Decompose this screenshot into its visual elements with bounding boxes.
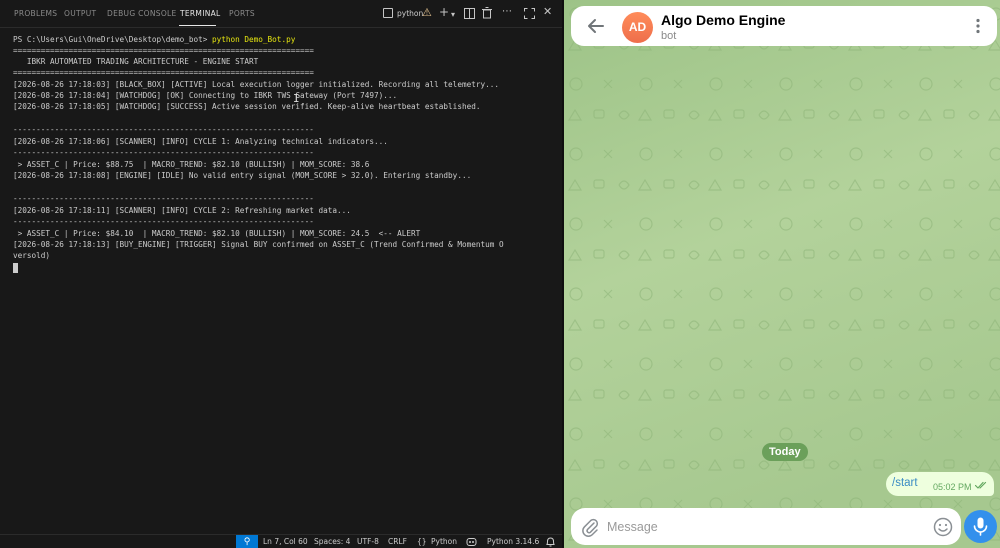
tab-debug-console[interactable]: DEBUG CONSOLE bbox=[107, 9, 177, 18]
tab-output[interactable]: OUTPUT bbox=[64, 9, 96, 18]
terminal-line: [2026-08-26 17:18:08] [ENGINE] [IDLE] No… bbox=[13, 171, 472, 180]
terminal-line: [2026-08-26 17:18:13] [BUY_ENGINE] [TRIG… bbox=[13, 240, 504, 249]
terminal-line: > ASSET_C | Price: $84.10 | MACRO_TREND:… bbox=[13, 229, 421, 238]
terminal-line: [2026-08-26 17:18:11] [SCANNER] [INFO] C… bbox=[13, 206, 351, 215]
terminal-line: [2026-08-26 17:18:06] [SCANNER] [INFO] C… bbox=[13, 137, 388, 146]
tab-terminal[interactable]: TERMINAL bbox=[180, 9, 221, 18]
mouse-ibeam-cursor: I bbox=[293, 92, 300, 105]
chat-subtitle: bot bbox=[661, 30, 677, 42]
encoding[interactable]: UTF-8 bbox=[357, 537, 379, 546]
terminal-icon[interactable] bbox=[383, 8, 393, 18]
chat-title[interactable]: Algo Demo Engine bbox=[661, 12, 785, 28]
chevron-down-icon[interactable]: ▾ bbox=[451, 9, 455, 21]
message-composer bbox=[571, 508, 961, 545]
terminal-line: IBKR AUTOMATED TRADING ARCHITECTURE - EN… bbox=[13, 57, 259, 66]
active-tab-indicator bbox=[179, 25, 216, 26]
chat-wallpaper bbox=[564, 0, 1000, 548]
terminal-line: [2026-08-26 17:18:05] [WATCHDOG] [SUCCES… bbox=[13, 102, 481, 111]
line-ending[interactable]: CRLF bbox=[388, 537, 407, 546]
terminal-output[interactable]: PS C:\Users\Gui\OneDrive\Desktop\demo_bo… bbox=[13, 34, 558, 524]
more-icon[interactable]: ⋯ bbox=[502, 6, 512, 18]
terminal-line: ========================================… bbox=[13, 68, 314, 77]
add-terminal-icon[interactable]: + bbox=[439, 6, 449, 18]
terminal-line: ----------------------------------------… bbox=[13, 125, 314, 134]
tab-ports[interactable]: PORTS bbox=[229, 9, 255, 18]
zoom-icon[interactable]: ⚲ bbox=[236, 535, 258, 548]
terminal-line: ----------------------------------------… bbox=[13, 148, 314, 157]
status-bar: ⚲ Ln 7, Col 60 Spaces: 4 UTF-8 CRLF {} P… bbox=[0, 534, 562, 548]
outgoing-message[interactable]: /start 05:02 PM bbox=[886, 472, 994, 496]
more-vertical-icon[interactable] bbox=[975, 18, 981, 34]
paperclip-icon[interactable] bbox=[580, 517, 600, 537]
terminal-line: PS C:\Users\Gui\OneDrive\Desktop\demo_bo… bbox=[13, 34, 295, 45]
indentation[interactable]: Spaces: 4 bbox=[314, 537, 350, 546]
panel-tabbar: PROBLEMS OUTPUT DEBUG CONSOLE TERMINAL P… bbox=[0, 0, 562, 28]
copilot-icon[interactable] bbox=[466, 537, 477, 546]
python-version[interactable]: Python 3.14.6 bbox=[487, 537, 539, 546]
warning-icon[interactable]: ⚠ bbox=[422, 6, 432, 19]
date-separator: Today bbox=[762, 443, 808, 461]
terminal-line: [2026-08-26 17:18:04] [WATCHDOG] [OK] Co… bbox=[13, 91, 398, 100]
cursor-position[interactable]: Ln 7, Col 60 bbox=[263, 537, 308, 546]
terminal-line: ========================================… bbox=[13, 46, 314, 55]
double-check-icon bbox=[975, 481, 987, 489]
terminal-line: ----------------------------------------… bbox=[13, 217, 314, 226]
record-voice-button[interactable] bbox=[964, 510, 997, 543]
maximize-icon[interactable] bbox=[524, 8, 535, 19]
vscode-window: PROBLEMS OUTPUT DEBUG CONSOLE TERMINAL P… bbox=[0, 0, 562, 548]
message-input[interactable] bbox=[607, 516, 917, 538]
terminal-line: ----------------------------------------… bbox=[13, 194, 314, 203]
avatar[interactable]: AD bbox=[622, 12, 653, 43]
terminal-line: versold) bbox=[13, 251, 51, 260]
arrow-left-icon[interactable] bbox=[585, 15, 607, 37]
microphone-icon bbox=[973, 517, 988, 536]
split-terminal-icon[interactable] bbox=[464, 8, 475, 19]
terminal-cursor bbox=[13, 263, 18, 273]
smile-icon[interactable] bbox=[933, 517, 953, 537]
close-icon[interactable]: ✕ bbox=[543, 6, 552, 18]
trash-icon[interactable] bbox=[482, 7, 492, 19]
message-time: 05:02 PM bbox=[933, 482, 972, 492]
message-text[interactable]: /start bbox=[892, 477, 918, 489]
terminal-name[interactable]: python bbox=[397, 9, 423, 18]
braces-icon: {} bbox=[417, 537, 427, 546]
terminal-line: [2026-08-26 17:18:03] [BLACK_BOX] [ACTIV… bbox=[13, 80, 499, 89]
telegram-window: AD Algo Demo Engine bot Today /start 05:… bbox=[564, 0, 1000, 548]
tab-problems[interactable]: PROBLEMS bbox=[14, 9, 57, 18]
terminal-line: > ASSET_C | Price: $88.75 | MACRO_TREND:… bbox=[13, 160, 370, 169]
terminal-command: python Demo_Bot.py bbox=[212, 35, 296, 44]
terminal-prompt: PS C:\Users\Gui\OneDrive\Desktop\demo_bo… bbox=[13, 35, 213, 44]
bell-icon[interactable] bbox=[546, 537, 555, 547]
chat-header: AD Algo Demo Engine bot bbox=[571, 6, 997, 46]
language-mode[interactable]: Python bbox=[431, 537, 457, 546]
